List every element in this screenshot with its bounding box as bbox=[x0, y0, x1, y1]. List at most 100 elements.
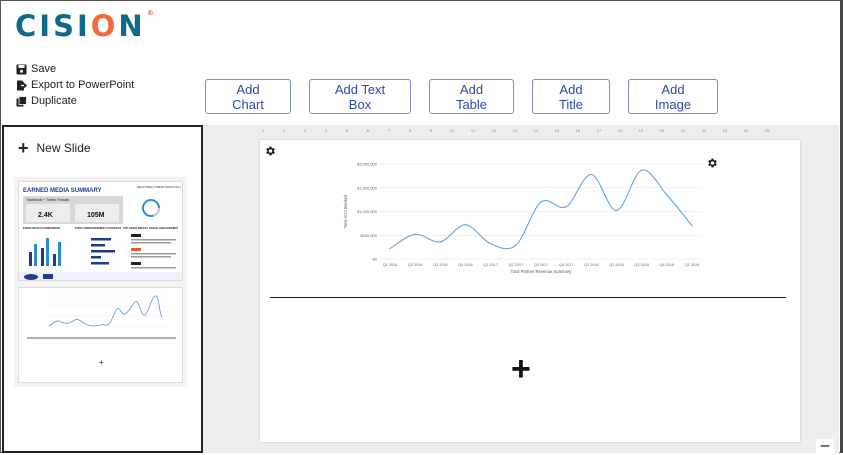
ruler-number: 7 bbox=[388, 128, 391, 133]
thumb-panel-3: TOP HEADLINES BY SOCIAL ENGAGEMENT bbox=[123, 226, 178, 230]
x-tick-label: Q1 2017 bbox=[483, 263, 498, 267]
x-tick-label: Q2 2016 bbox=[408, 263, 423, 267]
ruler-number: 18 bbox=[618, 128, 623, 133]
x-tick-label: Q2 2017 bbox=[509, 263, 524, 267]
data-point bbox=[439, 241, 441, 243]
ruler-number: 10 bbox=[450, 128, 455, 133]
logo-text-2: N bbox=[118, 9, 146, 43]
ruler-number: 23 bbox=[723, 128, 728, 133]
ruler-number: 8 bbox=[409, 128, 412, 133]
x-axis-label: Total Partner Revenue Summary bbox=[511, 269, 573, 274]
y-tick-label: $0 bbox=[373, 257, 378, 262]
duplicate-action[interactable]: Duplicate bbox=[15, 93, 134, 109]
add-table-button[interactable]: Add Table bbox=[429, 79, 514, 114]
x-tick-label: Q3 2017 bbox=[534, 263, 549, 267]
ruler-number: 22 bbox=[702, 128, 707, 133]
earned-media-thumbnail: EARNED MEDIA SUMMARY NEGOTIABLE STREAM C… bbox=[19, 186, 182, 280]
thumb-panel-1: EVENT REACH COMPARISON bbox=[23, 226, 60, 230]
ruler-number: 19 bbox=[639, 128, 644, 133]
ruler-number: 14 bbox=[534, 128, 539, 133]
y-axis-label: Total ACV Booked bbox=[343, 194, 348, 228]
add-content-plus-button[interactable]: + bbox=[511, 352, 531, 386]
add-title-button[interactable]: Add Title bbox=[532, 79, 610, 114]
ruler-number: 6 bbox=[367, 128, 370, 133]
insert-toolbar: Add Chart Add Text Box Add Table Add Tit… bbox=[205, 79, 718, 114]
ruler-number: 17 bbox=[597, 128, 602, 133]
duplicate-label: Duplicate bbox=[31, 95, 77, 107]
revenue-line-chart[interactable]: $0 $500,000 $1,000,000 $1,500,000 $2,000,000… bbox=[260, 140, 800, 290]
ruler-number: 2 bbox=[283, 128, 286, 133]
logo-trademark: ® bbox=[146, 9, 154, 17]
data-point bbox=[590, 173, 592, 176]
series-line bbox=[389, 169, 693, 250]
y-tick-label: $1,500,000 bbox=[357, 185, 378, 190]
add-chart-button[interactable]: Add Chart bbox=[205, 79, 291, 114]
export-powerpoint-action[interactable]: Export to PowerPoint bbox=[15, 77, 134, 93]
horizontal-ruler: 1 2 3 4 5 6 7 8 9 10 11 12 13 14 15 16 17 18 19 20 21 22 23 24 2… bbox=[258, 128, 795, 133]
thumb-title: EARNED MEDIA SUMMARY bbox=[23, 188, 102, 194]
minimize-button[interactable]: – bbox=[816, 437, 834, 454]
x-tick-label: Q3 2018 bbox=[634, 263, 649, 267]
export-file-icon bbox=[15, 79, 27, 91]
x-tick-label: Q1 2018 bbox=[584, 263, 599, 267]
ruler-number: 20 bbox=[660, 128, 665, 133]
slide-editor-canvas: 1 2 3 4 5 6 7 8 9 10 11 12 13 14 15 16 17 18 19 20 21 22 23 24 2… bbox=[203, 125, 839, 453]
save-action[interactable]: Save bbox=[15, 61, 134, 77]
x-tick-label: Q4 2017 bbox=[559, 263, 574, 267]
x-tick-label: Q1 2016 bbox=[383, 263, 398, 267]
slide-divider-line bbox=[270, 297, 786, 298]
active-slide[interactable]: $0 $500,000 $1,000,000 $1,500,000 $2,000,000… bbox=[260, 140, 800, 442]
duplicate-icon bbox=[15, 95, 27, 107]
ruler-number: 15 bbox=[555, 128, 560, 133]
data-point bbox=[615, 209, 618, 212]
ruler-number: 5 bbox=[346, 128, 349, 133]
ruler-number: 1 bbox=[262, 128, 265, 133]
x-tick-label: Q4 2018 bbox=[660, 263, 675, 267]
data-point bbox=[691, 225, 693, 227]
slide-thumbnail-list: EARNED MEDIA SUMMARY NEGOTIABLE STREAM C… bbox=[14, 177, 187, 387]
y-tick-label: $500,000 bbox=[360, 233, 377, 238]
x-tick-label: Q3 2016 bbox=[433, 263, 448, 267]
data-point bbox=[389, 247, 391, 250]
add-text-box-button[interactable]: Add Text Box bbox=[309, 79, 411, 114]
new-slide-label: New Slide bbox=[36, 141, 91, 155]
data-point bbox=[515, 244, 517, 246]
data-point bbox=[490, 243, 492, 245]
thumb2-plus: + bbox=[99, 358, 104, 367]
vertical-ruler bbox=[205, 133, 207, 453]
ruler-number: 3 bbox=[304, 128, 307, 133]
ruler-number: 12 bbox=[492, 128, 497, 133]
thumb-metric-1: 2.4K bbox=[38, 212, 53, 219]
thumb-section: Traditional + Twitter Results bbox=[26, 198, 69, 202]
slide-sidebar: + New Slide EARNED MEDIA SUMMARY NEGOTIA… bbox=[2, 125, 203, 453]
data-point bbox=[565, 206, 567, 208]
export-label: Export to PowerPoint bbox=[31, 79, 135, 91]
ruler-number: 24 bbox=[744, 128, 749, 133]
save-label: Save bbox=[31, 63, 57, 75]
ruler-number: 25 bbox=[765, 128, 770, 133]
file-actions: Save Export to PowerPoint Duplicate bbox=[15, 61, 134, 109]
data-point bbox=[414, 233, 416, 235]
data-point bbox=[464, 224, 467, 226]
data-point bbox=[540, 201, 542, 203]
cision-logo: CISION® bbox=[15, 9, 154, 43]
line-chart-thumbnail: + bbox=[27, 295, 176, 367]
plus-icon: + bbox=[18, 138, 29, 158]
floppy-disk-icon bbox=[15, 63, 27, 75]
thumb-corner: NEGOTIABLE STREAM CROWD 2021 bbox=[137, 186, 181, 189]
ruler-number: 21 bbox=[681, 128, 686, 133]
data-point bbox=[666, 194, 668, 196]
data-point bbox=[641, 169, 643, 171]
app-window: CISION® Save Export to PowerPoint Duplic… bbox=[0, 0, 843, 454]
logo-text-1: CISI bbox=[15, 9, 91, 43]
new-slide-button[interactable]: + New Slide bbox=[18, 138, 91, 158]
add-image-button[interactable]: Add Image bbox=[628, 79, 718, 114]
thumb-metric-2: 105M bbox=[87, 212, 105, 219]
thumb-panel-2: TOPIC ANNOUNCEMENT COVERAGE bbox=[75, 226, 122, 230]
ruler-number: 16 bbox=[576, 128, 581, 133]
ruler-number: 4 bbox=[325, 128, 328, 133]
x-tick-label: Q1 2019 bbox=[685, 263, 700, 267]
slide-thumbnail-1[interactable]: EARNED MEDIA SUMMARY NEGOTIABLE STREAM C… bbox=[18, 181, 183, 281]
slide-thumbnail-2[interactable]: + bbox=[18, 287, 183, 383]
y-tick-label: $2,000,000 bbox=[357, 162, 378, 167]
